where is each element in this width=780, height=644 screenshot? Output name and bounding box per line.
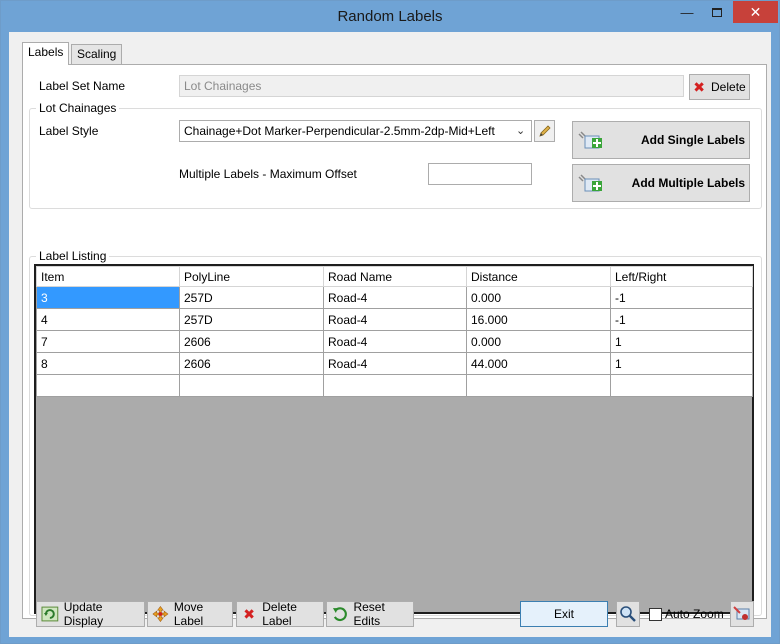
auto-zoom-checkbox[interactable] [649, 608, 662, 621]
update-display-button[interactable]: Update Display [36, 600, 145, 628]
table-cell[interactable]: 2606 [179, 352, 324, 375]
magnifier-icon [620, 606, 636, 622]
table-cell[interactable] [36, 374, 180, 397]
zoom-button[interactable] [616, 601, 640, 627]
label-settings-button[interactable] [730, 601, 754, 627]
client-area: Labels Scaling Label Set Name Lot Chaina… [9, 32, 771, 637]
minimize-icon: — [680, 4, 694, 20]
max-offset-label: Multiple Labels - Maximum Offset [179, 167, 357, 181]
table-cell[interactable]: 257D [179, 286, 324, 309]
reset-icon [332, 607, 347, 622]
tab-scaling[interactable]: Scaling [71, 44, 123, 64]
label-set-name-field[interactable]: Lot Chainages [179, 75, 684, 97]
add-single-labels-button[interactable]: Add Single Labels [572, 121, 750, 159]
tab-labels[interactable]: Labels [22, 42, 70, 65]
add-label-icon [578, 174, 602, 192]
label-listing-title: Label Listing [36, 249, 110, 263]
table-cell[interactable] [610, 374, 753, 397]
table-header-row: Item PolyLine Road Name Distance Left/Ri… [36, 266, 753, 287]
lot-chainages-title: Lot Chainages [36, 101, 120, 115]
minimize-button[interactable]: — [673, 1, 701, 23]
delete-button[interactable]: ✖ Delete [689, 74, 750, 100]
table-cell[interactable]: Road-4 [323, 352, 467, 375]
table-row[interactable]: 7 2606 Road-4 0.000 1 [36, 330, 753, 353]
column-header[interactable]: Road Name [323, 266, 467, 287]
table-cell[interactable]: 8 [36, 352, 180, 375]
delete-x-icon: ✖ [693, 78, 706, 95]
chevron-down-icon[interactable]: ⌄ [516, 124, 525, 137]
refresh-map-icon [41, 606, 59, 622]
table-cell[interactable]: 1 [610, 330, 753, 353]
delete-button-label: Delete [711, 80, 746, 94]
delete-x-icon: ✖ [243, 605, 255, 622]
delete-label-label: Delete Label [262, 600, 297, 628]
table-cell[interactable]: 44.000 [466, 352, 611, 375]
close-button[interactable]: ✕ [733, 1, 778, 23]
auto-zoom-label[interactable]: Auto Zoom [665, 607, 724, 621]
table-row[interactable]: 8 2606 Road-4 44.000 1 [36, 352, 753, 375]
table-cell[interactable]: Road-4 [323, 308, 467, 331]
pencil-icon [538, 125, 551, 137]
table-cell[interactable] [179, 374, 324, 397]
table-cell[interactable]: 0.000 [466, 330, 611, 353]
add-single-labels-label: Add Single Labels [640, 133, 745, 147]
exit-button[interactable]: Exit [520, 601, 608, 627]
update-display-label: Update Display [63, 600, 104, 628]
table-cell[interactable]: 4 [36, 308, 180, 331]
table-cell[interactable]: Road-4 [323, 286, 467, 309]
add-multiple-labels-label: Add Multiple Labels [631, 176, 745, 190]
add-label-icon [578, 131, 602, 149]
reset-edits-button[interactable]: Reset Edits [326, 600, 414, 628]
table-cell[interactable]: 7 [36, 330, 180, 353]
table-cell[interactable]: -1 [610, 286, 753, 309]
move-arrows-icon [152, 606, 169, 622]
column-header[interactable]: Left/Right [610, 266, 753, 287]
add-multiple-labels-button[interactable]: Add Multiple Labels [572, 164, 750, 202]
table-cell[interactable]: 2606 [179, 330, 324, 353]
reset-edits-label: Reset Edits [353, 600, 385, 628]
move-label-button[interactable]: Move Label [147, 600, 233, 628]
table-cell[interactable] [466, 374, 611, 397]
edit-style-button[interactable] [534, 120, 555, 142]
exit-label: Exit [553, 607, 574, 621]
close-icon: ✕ [749, 3, 762, 20]
app-window: Random Labels — ✕ Labels Scaling Label S… [0, 0, 780, 644]
table-cell[interactable]: Road-4 [323, 330, 467, 353]
maximize-button[interactable] [703, 1, 731, 23]
table-row[interactable]: 3 257D Road-4 0.000 -1 [36, 286, 753, 309]
table-cell[interactable]: -1 [610, 308, 753, 331]
label-grid[interactable]: Item PolyLine Road Name Distance Left/Ri… [34, 264, 754, 614]
table-row[interactable]: 4 257D Road-4 16.000 -1 [36, 308, 753, 331]
label-table: Item PolyLine Road Name Distance Left/Ri… [36, 266, 753, 397]
table-cell[interactable]: 257D [179, 308, 324, 331]
table-cell[interactable]: 16.000 [466, 308, 611, 331]
table-cell[interactable]: 1 [610, 352, 753, 375]
move-label-label: Move Label [173, 600, 204, 628]
table-cell[interactable]: 3 [36, 286, 180, 309]
column-header[interactable]: Distance [466, 266, 611, 287]
label-tool-icon [733, 606, 750, 620]
window-title: Random Labels [337, 8, 443, 25]
column-header[interactable]: Item [36, 266, 180, 287]
maximize-icon [712, 7, 722, 17]
label-style-label: Label Style [39, 124, 99, 138]
max-offset-input[interactable] [428, 163, 532, 185]
table-cell[interactable]: 0.000 [466, 286, 611, 309]
label-set-name-label: Label Set Name [39, 79, 126, 93]
title-bar[interactable]: Random Labels — ✕ [1, 1, 779, 32]
new-row[interactable] [36, 374, 753, 397]
table-cell[interactable] [323, 374, 467, 397]
label-style-select[interactable]: Chainage+Dot Marker-Perpendicular-2.5mm-… [179, 120, 532, 142]
labels-tab-page: Label Set Name Lot Chainages ✖ Delete Lo… [22, 64, 767, 619]
column-header[interactable]: PolyLine [179, 266, 324, 287]
delete-label-button[interactable]: ✖ Delete Label [236, 600, 324, 628]
